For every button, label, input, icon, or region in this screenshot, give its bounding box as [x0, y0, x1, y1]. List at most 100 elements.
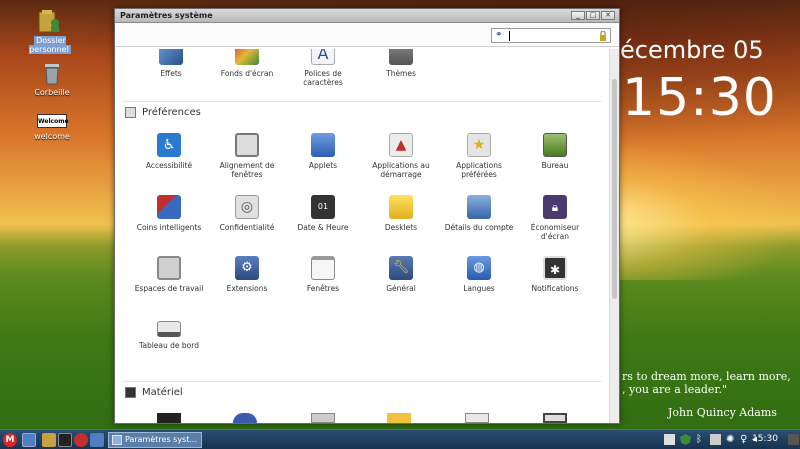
search-input[interactable]: ⚭: [491, 28, 611, 43]
item-label: Applets: [308, 161, 338, 170]
section-title: Matériel: [142, 387, 183, 398]
scrollbar-thumb[interactable]: [612, 79, 617, 299]
keyboard-icon[interactable]: [311, 413, 335, 423]
item-label: Date & Heure: [297, 223, 349, 232]
privacy-icon: ◎: [235, 195, 259, 219]
task-label: Paramètres syst...: [125, 435, 197, 444]
settings-item-accessibility[interactable]: ♿ Accessibilité: [131, 133, 207, 170]
settings-toolbar: ⚭: [115, 23, 619, 47]
brightness-icon[interactable]: ✺: [726, 434, 737, 445]
minimize-button[interactable]: _: [571, 11, 585, 20]
extensions-icon: ⚙: [235, 256, 259, 280]
date-time-icon: 01: [311, 195, 335, 219]
item-label: Coins intelligents: [136, 223, 202, 232]
settings-item-fonts[interactable]: A Polices de caractères: [285, 49, 361, 87]
welcome-sign-icon: Welcome: [37, 114, 69, 128]
item-label: Polices de caractères: [303, 69, 343, 87]
settings-item-startup[interactable]: ▲ Applications au démarrage: [363, 133, 439, 179]
settings-item-workspaces[interactable]: Espaces de travail: [131, 256, 207, 293]
text-caret: [509, 31, 510, 41]
settings-item-panel[interactable]: Tableau de bord: [131, 321, 207, 350]
desktop-icon-home[interactable]: Dossier personnel: [15, 8, 85, 54]
settings-item-languages[interactable]: ◍ Langues: [441, 256, 517, 293]
bluetooth-icon[interactable]: ᛒ: [696, 434, 707, 445]
file-manager-icon[interactable]: [42, 433, 56, 447]
item-label: Espaces de travail: [134, 284, 204, 293]
settings-item-hot-corners[interactable]: Coins intelligents: [131, 195, 207, 232]
settings-item-applets[interactable]: Applets: [285, 133, 361, 170]
settings-item-extensions[interactable]: ⚙ Extensions: [209, 256, 285, 293]
desklet-quote: rs to dream more, learn more, , you are …: [622, 370, 791, 396]
item-label: Applications préférées: [456, 161, 502, 179]
trash-icon: [45, 64, 59, 85]
accessibility-icon: ♿: [157, 133, 181, 157]
panel-icon: [157, 321, 181, 337]
settings-item-tiling[interactable]: Alignement de fenêtres: [209, 133, 285, 179]
screen-tray-icon[interactable]: [664, 434, 675, 445]
settings-item-privacy[interactable]: ◎ Confidentialité: [209, 195, 285, 232]
item-label: Fenêtres: [306, 284, 340, 293]
item-label: Applications au démarrage: [372, 161, 430, 179]
item-label: Accessibilité: [145, 161, 193, 170]
settings-item-notifications[interactable]: ✱ Notifications: [517, 256, 593, 293]
settings-item-wallpaper[interactable]: Fonds d'écran: [209, 49, 285, 78]
applets-icon: [311, 133, 335, 157]
preferred-apps-icon: ★: [467, 133, 491, 157]
network-tray-icon[interactable]: [710, 434, 721, 445]
quote-line: rs to dream more, learn more,: [622, 370, 791, 383]
fonts-icon: A: [311, 49, 335, 65]
taskbar: M Paramètres syst... ᛒ ✺ ♀ ◂ 15:30: [0, 429, 800, 449]
quote-line: , you are a leader.": [622, 383, 728, 396]
settings-item-preferred[interactable]: ★ Applications préférées: [441, 133, 517, 179]
settings-item-date-time[interactable]: 01 Date & Heure: [285, 195, 361, 232]
desktop-icon-welcome[interactable]: Welcome welcome: [17, 114, 87, 141]
display-icon[interactable]: [157, 413, 181, 423]
item-label: Général: [386, 284, 416, 293]
item-label: Économiseur d'écran: [530, 223, 580, 241]
taskbar-clock[interactable]: 15:30: [752, 434, 778, 444]
hot-corners-icon: [157, 195, 181, 219]
startup-apps-icon: ▲: [389, 133, 413, 157]
network-icon[interactable]: [233, 413, 257, 423]
desktop-icon-label: welcome: [34, 132, 70, 141]
item-label: Détails du compte: [444, 223, 514, 232]
show-desktop-icon[interactable]: [22, 433, 36, 447]
terminal-icon[interactable]: [58, 433, 72, 447]
settings-item-themes[interactable]: Thèmes: [363, 49, 439, 78]
desktop-icon-trash[interactable]: Corbeille: [17, 60, 87, 97]
settings-item-screensaver[interactable]: 🔒︎ Économiseur d'écran: [517, 195, 593, 241]
account-icon: [467, 195, 491, 219]
removable-drives-icon[interactable]: [543, 413, 567, 423]
maximize-button[interactable]: □: [586, 11, 600, 20]
settings-item-account[interactable]: Détails du compte: [441, 195, 517, 232]
item-label: Langues: [463, 284, 495, 293]
user-icon[interactable]: ♀: [740, 434, 751, 445]
launcher-icon[interactable]: [90, 433, 104, 447]
wallpaper-icon: [235, 49, 259, 65]
menu-icon[interactable]: M: [3, 433, 17, 447]
item-label: Tableau de bord: [139, 341, 199, 350]
item-label: Bureau: [541, 161, 569, 170]
power-icon[interactable]: [387, 413, 411, 423]
close-button[interactable]: ✕: [601, 11, 615, 20]
vertical-scrollbar[interactable]: [609, 49, 619, 423]
settings-content: Effets Fonds d'écran A Polices de caract…: [115, 49, 609, 423]
settings-item-windows[interactable]: Fenêtres: [285, 256, 361, 293]
taskbar-window-button[interactable]: Paramètres syst...: [108, 432, 202, 448]
settings-item-desklets[interactable]: Desklets: [363, 195, 439, 232]
notifications-icon: ✱: [543, 256, 567, 280]
clear-search-icon[interactable]: [599, 31, 607, 41]
workspace-switcher[interactable]: [788, 434, 799, 445]
general-icon: 🔧︎: [389, 256, 413, 280]
window-titlebar[interactable]: Paramètres système _ □ ✕: [115, 9, 619, 23]
browser-icon[interactable]: [74, 433, 88, 447]
settings-item-desktop[interactable]: Bureau: [517, 133, 593, 170]
printers-icon[interactable]: [465, 413, 489, 423]
settings-item-general[interactable]: 🔧︎ Général: [363, 256, 439, 293]
desklet-time: 15:30: [622, 68, 777, 128]
screensaver-icon: 🔒︎: [543, 195, 567, 219]
section-header-preferences: Préférences: [125, 107, 201, 118]
preferences-section-icon: [125, 107, 136, 118]
settings-item-effects[interactable]: Effets: [133, 49, 209, 78]
shield-icon[interactable]: [680, 434, 691, 445]
